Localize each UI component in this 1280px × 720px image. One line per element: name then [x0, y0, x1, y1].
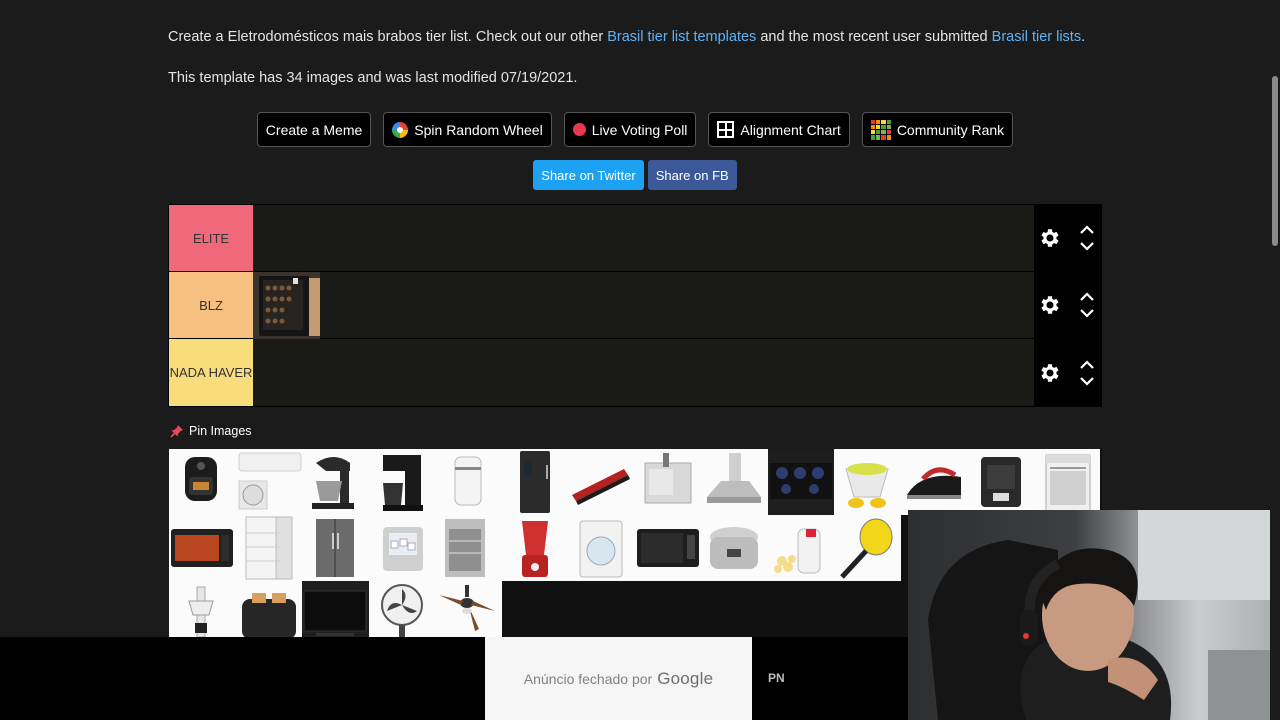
community-rank-label: Community Rank	[896, 121, 1005, 138]
coffee-maker-item[interactable]	[368, 449, 435, 515]
dishwasher-item[interactable]	[435, 515, 502, 581]
air-conditioner-item[interactable]	[235, 449, 302, 515]
gear-icon[interactable]	[1038, 226, 1062, 250]
live-poll-dot-icon	[572, 123, 586, 136]
tier-items-blz[interactable]	[253, 272, 1034, 339]
scrollbar-thumb[interactable]	[1272, 76, 1278, 246]
tier-list: ELITE BLZ NADA HAVER	[168, 204, 1102, 407]
freezer-item[interactable]	[235, 515, 302, 581]
webcam-overlay	[908, 510, 1280, 720]
spin-wheel-icon	[392, 121, 409, 138]
tier-controls	[1034, 339, 1101, 406]
tier-controls	[1034, 272, 1101, 338]
tier-items-nada-haver[interactable]	[253, 339, 1034, 406]
move-arrows	[1079, 292, 1095, 318]
community-rank-icon	[870, 119, 891, 140]
fridge-item[interactable]	[501, 449, 568, 515]
chevron-up-icon[interactable]	[1079, 292, 1095, 302]
toaster-oven-item[interactable]	[169, 515, 236, 581]
chevron-up-icon[interactable]	[1079, 359, 1095, 370]
image-bank-row	[169, 449, 1102, 515]
alignment-chart-button[interactable]: Alignment Chart	[708, 112, 850, 147]
alignment-chart-label: Alignment Chart	[740, 121, 841, 138]
chevron-down-icon[interactable]	[1079, 241, 1095, 251]
closed-ad-notice: Anúncio fechado por Google	[485, 637, 752, 720]
ad-side-label: PN	[768, 671, 785, 685]
share-buttons: Share on Twitter Share on FB	[0, 160, 1270, 190]
spin-wheel-button[interactable]: Spin Random Wheel	[383, 112, 552, 147]
create-meme-label: Create a Meme	[265, 121, 363, 138]
spin-wheel-label: Spin Random Wheel	[414, 121, 543, 138]
rice-cooker-item[interactable]	[701, 515, 768, 581]
tier-label-blz[interactable]: BLZ	[169, 272, 253, 338]
wine-cooler-item[interactable]	[253, 272, 320, 339]
popcorn-maker-item[interactable]	[767, 515, 834, 581]
page-scrollbar[interactable]	[1270, 0, 1280, 720]
share-facebook-button[interactable]: Share on FB	[647, 160, 737, 190]
stove-item[interactable]	[1033, 449, 1100, 515]
alignment-grid-icon	[717, 121, 735, 138]
create-meme-button[interactable]: Create a Meme	[256, 112, 372, 147]
cooktop-item[interactable]	[767, 449, 834, 515]
chevron-down-icon[interactable]	[1079, 308, 1095, 318]
chevron-down-icon[interactable]	[1079, 376, 1095, 386]
brasil-tier-lists-link[interactable]: Brasil tier lists	[992, 29, 1081, 45]
google-logo: Google	[657, 668, 714, 688]
move-arrows	[1079, 359, 1095, 386]
microwave-item[interactable]	[634, 515, 701, 581]
washing-machine-item[interactable]	[568, 515, 635, 581]
tier-row-blz: BLZ	[169, 272, 1101, 339]
electric-racket-item[interactable]	[834, 515, 901, 581]
grinder-item[interactable]	[435, 449, 502, 515]
side-by-side-fridge-item[interactable]	[302, 515, 369, 581]
juicer-item[interactable]	[834, 449, 901, 515]
range-hood-item[interactable]	[701, 449, 768, 515]
template-description: Create a Eletrodomésticos mais brabos ti…	[168, 28, 1108, 46]
ad-closed-text: Anúncio fechado por	[523, 670, 653, 687]
chevron-up-icon[interactable]	[1079, 225, 1095, 235]
tier-controls	[1034, 205, 1101, 271]
description-prefix: Create a Eletrodomésticos mais brabos ti…	[168, 29, 608, 45]
gear-icon[interactable]	[1038, 293, 1062, 317]
share-twitter-button[interactable]: Share on Twitter	[533, 160, 644, 190]
ice-maker-item[interactable]	[368, 515, 435, 581]
gear-icon[interactable]	[1038, 361, 1062, 385]
pin-images-toggle[interactable]: Pin Images	[170, 424, 252, 438]
description-middle: and the most recent user submitted	[756, 29, 992, 45]
tool-buttons: Create a Meme Spin Random Wheel Live Vot…	[0, 112, 1270, 147]
stand-mixer-item[interactable]	[302, 449, 369, 515]
hair-straightener-item[interactable]	[568, 449, 635, 515]
water-dispenser-item[interactable]	[634, 449, 701, 515]
blender-item[interactable]	[501, 515, 568, 581]
live-poll-button[interactable]: Live Voting Poll	[563, 112, 697, 147]
coffee-capsule-machine-item[interactable]	[967, 449, 1034, 515]
description-suffix: .	[1081, 29, 1086, 45]
tier-row-elite: ELITE	[169, 205, 1101, 272]
community-rank-button[interactable]: Community Rank	[861, 112, 1014, 147]
live-poll-label: Live Voting Poll	[591, 121, 688, 138]
iron-item[interactable]	[900, 449, 967, 515]
tier-label-elite[interactable]: ELITE	[169, 205, 253, 271]
pin-icon	[170, 425, 183, 438]
tier-row-nada-haver: NADA HAVER	[169, 339, 1101, 406]
pin-images-label: Pin Images	[189, 424, 252, 438]
tier-label-nada-haver[interactable]: NADA HAVER	[169, 339, 253, 406]
tier-items-elite[interactable]	[253, 205, 1034, 271]
brasil-templates-link[interactable]: Brasil tier list templates	[607, 29, 756, 45]
template-meta: This template has 34 images and was last…	[168, 70, 578, 86]
move-arrows	[1079, 225, 1095, 251]
air-fryer-item[interactable]	[169, 449, 236, 515]
